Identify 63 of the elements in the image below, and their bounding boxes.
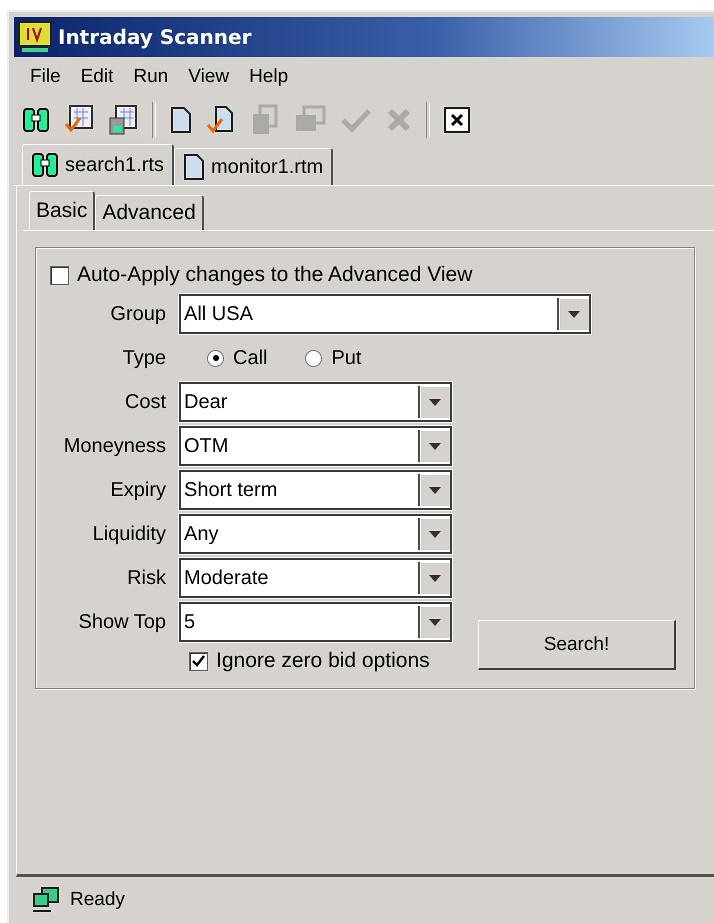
document-check-icon bbox=[206, 105, 236, 135]
document-icon bbox=[170, 106, 192, 134]
caret-icon bbox=[429, 530, 441, 538]
field-label: Liquidity bbox=[92, 522, 166, 546]
binoculars-icon bbox=[22, 105, 50, 135]
toolbar-button[interactable] bbox=[444, 107, 470, 133]
close-icon bbox=[386, 107, 412, 133]
toolbar-button[interactable] bbox=[108, 104, 138, 136]
checkmark-icon bbox=[192, 655, 205, 667]
menu-item[interactable]: View bbox=[180, 66, 242, 88]
view-tab[interactable]: Basic bbox=[29, 191, 96, 230]
field-label: Expiry bbox=[109, 478, 166, 502]
checkbox[interactable] bbox=[189, 652, 208, 670]
close-icon bbox=[444, 107, 470, 133]
radio-button[interactable] bbox=[305, 350, 322, 366]
radio-button[interactable] bbox=[207, 350, 224, 366]
tab-label: monitor1.rtm bbox=[210, 156, 324, 178]
radio-dot-icon bbox=[212, 355, 218, 361]
caret-icon bbox=[568, 310, 580, 318]
field-label: Group bbox=[109, 302, 166, 326]
menu-item[interactable]: File bbox=[22, 66, 73, 88]
document-tab[interactable]: monitor1.rtm bbox=[174, 148, 334, 185]
dropdown-field[interactable]: All USA bbox=[179, 294, 591, 334]
dropdown-field[interactable]: OTM bbox=[179, 426, 452, 466]
check-icon bbox=[340, 107, 372, 133]
toolbar-button[interactable] bbox=[170, 106, 192, 134]
checkbox[interactable] bbox=[50, 266, 69, 284]
document-tab[interactable]: search1.rts bbox=[22, 144, 174, 185]
tab-label: search1.rts bbox=[65, 154, 164, 176]
copy-icon bbox=[250, 104, 280, 136]
document-icon bbox=[182, 153, 205, 181]
radio-label: Put bbox=[331, 346, 362, 370]
status-text: Ready bbox=[70, 889, 125, 911]
field-label: Type bbox=[122, 346, 166, 370]
binoculars-icon bbox=[31, 150, 59, 180]
menu-item[interactable]: Help bbox=[241, 66, 300, 88]
dropdown-field[interactable]: 5 bbox=[179, 602, 452, 642]
field-label: Show Top bbox=[78, 610, 166, 634]
grid-save-icon bbox=[108, 104, 138, 136]
app-icon bbox=[18, 21, 52, 53]
search-button[interactable]: Search! bbox=[478, 620, 676, 670]
toolbar-button[interactable] bbox=[22, 105, 50, 135]
caret-icon bbox=[429, 398, 441, 406]
field-label: Cost bbox=[124, 390, 166, 414]
network-icon bbox=[32, 887, 60, 913]
caret-icon bbox=[429, 574, 441, 582]
radio-label: Call bbox=[233, 346, 268, 370]
menu-item[interactable]: Run bbox=[125, 66, 180, 88]
window-title: Intraday Scanner bbox=[58, 25, 252, 49]
dropdown-field[interactable]: Any bbox=[179, 514, 452, 554]
checkbox-label: Ignore zero bid options bbox=[216, 649, 430, 673]
dropdown-field[interactable]: Moderate bbox=[179, 558, 452, 598]
caret-icon bbox=[429, 486, 441, 494]
field-label: Moneyness bbox=[62, 434, 166, 458]
view-tab[interactable]: Advanced bbox=[95, 195, 204, 230]
caret-icon bbox=[429, 442, 441, 450]
checkbox-label: Auto-Apply changes to the Advanced View bbox=[77, 263, 472, 287]
toolbar-button[interactable] bbox=[206, 105, 236, 135]
dropdown-field[interactable]: Dear bbox=[179, 382, 452, 422]
caret-icon bbox=[429, 618, 441, 626]
field-label: Risk bbox=[126, 566, 166, 590]
menu-item[interactable]: Edit bbox=[72, 66, 126, 88]
dropdown-field[interactable]: Short term bbox=[179, 470, 452, 510]
